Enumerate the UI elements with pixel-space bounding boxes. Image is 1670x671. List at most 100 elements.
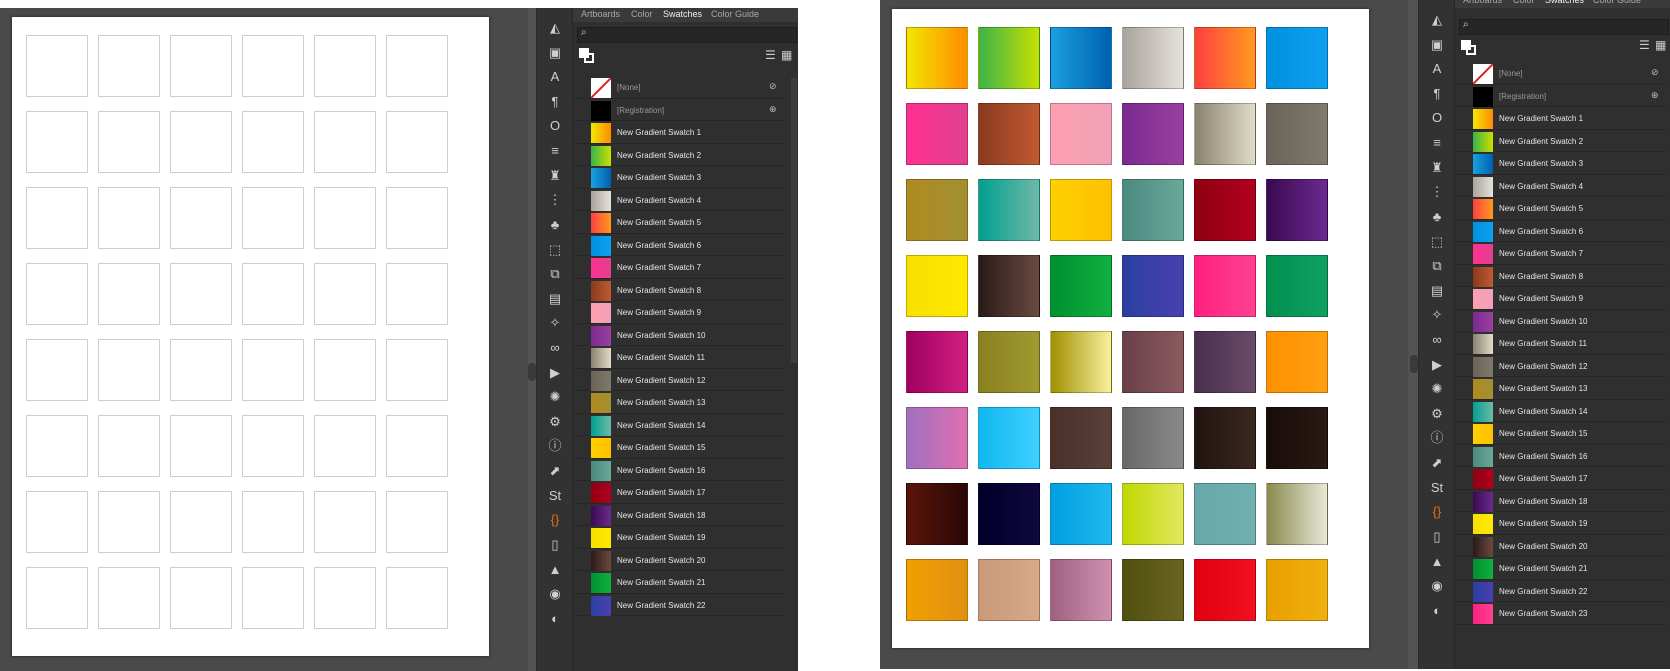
gradient-swatch-tile[interactable]	[1266, 331, 1328, 393]
gradient-swatch-tile[interactable]	[1194, 483, 1256, 545]
swatch-row[interactable]: New Gradient Swatch 2	[1455, 130, 1667, 152]
empty-swatch-tile[interactable]	[314, 339, 376, 401]
swatch-row[interactable]: New Gradient Swatch 1	[1455, 107, 1667, 130]
gradient-swatch-tile[interactable]	[1194, 103, 1256, 165]
gradient-swatch-tile[interactable]	[1050, 483, 1112, 545]
gradient-swatch-tile[interactable]	[1122, 103, 1184, 165]
gradient-swatch-tile[interactable]	[978, 103, 1040, 165]
empty-swatch-tile[interactable]	[386, 415, 448, 477]
gradient-swatch-tile[interactable]	[906, 407, 968, 469]
distribute-icon[interactable]: ⋮	[543, 192, 567, 208]
gradient-swatch-tile[interactable]	[1050, 559, 1112, 621]
empty-swatch-tile[interactable]	[170, 567, 232, 629]
empty-swatch-tile[interactable]	[386, 491, 448, 553]
gradient-swatch-tile[interactable]	[978, 407, 1040, 469]
empty-swatch-tile[interactable]	[170, 263, 232, 325]
gradient-swatch-tile[interactable]	[1194, 331, 1256, 393]
character-icon[interactable]: A	[543, 69, 567, 85]
graphic-styles-icon[interactable]: ◉	[543, 586, 567, 602]
image-icon[interactable]: ▣	[1425, 37, 1449, 53]
stroke-icon[interactable]: ≡	[543, 143, 567, 159]
empty-swatch-tile[interactable]	[242, 415, 304, 477]
empty-swatch-tile[interactable]	[386, 263, 448, 325]
puppet-icon[interactable]: ♜	[543, 168, 567, 184]
empty-swatch-tile[interactable]	[26, 339, 88, 401]
pathfinder-icon[interactable]: ⧉	[543, 266, 567, 282]
symbol-icon[interactable]: ♣	[1425, 209, 1449, 225]
symbol-icon[interactable]: ♣	[543, 217, 567, 233]
empty-swatch-tile[interactable]	[242, 339, 304, 401]
gradient-swatch-tile[interactable]	[1122, 179, 1184, 241]
pathfinder-icon[interactable]: ⧉	[1425, 258, 1449, 274]
swatch-row[interactable]: [Registration] ⊕	[573, 99, 785, 121]
swatch-row[interactable]: New Gradient Swatch 6	[1455, 220, 1667, 242]
gradient-swatch-tile[interactable]	[1050, 407, 1112, 469]
empty-swatch-tile[interactable]	[314, 111, 376, 173]
gradient-swatch-tile[interactable]	[1194, 27, 1256, 89]
gradient-swatch-tile[interactable]	[1266, 27, 1328, 89]
swatch-row[interactable]: New Gradient Swatch 14	[1455, 400, 1667, 422]
empty-swatch-tile[interactable]	[98, 187, 160, 249]
swatch-row[interactable]: New Gradient Swatch 20	[573, 549, 785, 571]
right-artboard[interactable]	[892, 9, 1369, 648]
cc-libraries-icon[interactable]: {}	[1425, 504, 1449, 520]
gradient-swatch-tile[interactable]	[1050, 27, 1112, 89]
stock-icon[interactable]: St	[1425, 480, 1449, 496]
brushes-icon[interactable]: ✺	[543, 389, 567, 405]
gradient-swatch-tile[interactable]	[1266, 559, 1328, 621]
chart-icon[interactable]: ◭	[543, 20, 567, 36]
gradient-swatch-tile[interactable]	[1122, 255, 1184, 317]
empty-swatch-tile[interactable]	[386, 111, 448, 173]
empty-swatch-tile[interactable]	[26, 35, 88, 97]
swatch-row[interactable]: New Gradient Swatch 8	[1455, 265, 1667, 287]
swatch-row[interactable]: New Gradient Swatch 20	[1455, 535, 1667, 557]
cc-libraries-icon[interactable]: {}	[543, 512, 567, 528]
puppet-icon[interactable]: ♜	[1425, 160, 1449, 176]
swatch-row[interactable]: New Gradient Swatch 2	[573, 144, 785, 166]
empty-swatch-tile[interactable]	[314, 491, 376, 553]
list-view-icon[interactable]: ☰	[765, 48, 776, 62]
empty-swatch-tile[interactable]	[242, 263, 304, 325]
empty-swatch-tile[interactable]	[98, 263, 160, 325]
actions-icon[interactable]: ▶	[1425, 357, 1449, 373]
swatch-row[interactable]: New Gradient Swatch 3	[1455, 152, 1667, 175]
info-icon[interactable]: ⓘ	[1425, 430, 1449, 446]
transform-icon[interactable]: ⬚	[543, 242, 567, 258]
gradient-swatch-tile[interactable]	[978, 255, 1040, 317]
tab-swatches[interactable]: Swatches	[663, 9, 702, 19]
gradient-swatch-tile[interactable]	[1266, 483, 1328, 545]
swatch-row[interactable]: New Gradient Swatch 17	[573, 481, 785, 504]
swatch-row[interactable]: [Registration] ⊕	[1455, 85, 1667, 107]
swatch-row[interactable]: New Gradient Swatch 11	[1455, 332, 1667, 355]
empty-swatch-tile[interactable]	[242, 567, 304, 629]
gradient-swatch-tile[interactable]	[1194, 559, 1256, 621]
gradient-swatch-tile[interactable]	[1050, 331, 1112, 393]
gradient-swatch-tile[interactable]	[1122, 407, 1184, 469]
character-icon[interactable]: A	[1425, 61, 1449, 77]
tab-color[interactable]: Color	[1513, 0, 1535, 5]
swatch-row[interactable]: [None] ⊘	[1455, 62, 1667, 85]
swatch-row[interactable]: New Gradient Swatch 21	[1455, 557, 1667, 580]
swatch-row[interactable]: [None] ⊘	[573, 76, 785, 99]
document-icon[interactable]: ▯	[1425, 529, 1449, 545]
swatch-row[interactable]: New Gradient Swatch 18	[573, 504, 785, 526]
magic-wand-icon[interactable]: ✧	[543, 315, 567, 331]
paragraph-icon[interactable]: ¶	[543, 94, 567, 110]
swatch-row[interactable]: New Gradient Swatch 10	[573, 324, 785, 346]
gradient-swatch-tile[interactable]	[978, 483, 1040, 545]
swatch-row[interactable]: New Gradient Swatch 16	[1455, 445, 1667, 467]
swatch-row[interactable]: New Gradient Swatch 3	[573, 166, 785, 189]
empty-swatch-tile[interactable]	[386, 187, 448, 249]
empty-swatch-tile[interactable]	[386, 339, 448, 401]
list-view-icon[interactable]: ☰	[1639, 38, 1650, 52]
opentype-icon[interactable]: O	[1425, 110, 1449, 126]
empty-swatch-tile[interactable]	[170, 35, 232, 97]
swatch-row[interactable]: New Gradient Swatch 4	[573, 189, 785, 211]
gradient-swatch-tile[interactable]	[1266, 103, 1328, 165]
stroke-swatch[interactable]	[1466, 45, 1476, 55]
swatch-search-input[interactable]: ⌕	[1459, 19, 1669, 35]
grid-view-icon[interactable]: ▦	[781, 48, 792, 62]
swatch-row[interactable]: New Gradient Swatch 9	[573, 301, 785, 324]
swatch-row[interactable]: New Gradient Swatch 4	[1455, 175, 1667, 197]
align-icon[interactable]: ▤	[1425, 283, 1449, 299]
